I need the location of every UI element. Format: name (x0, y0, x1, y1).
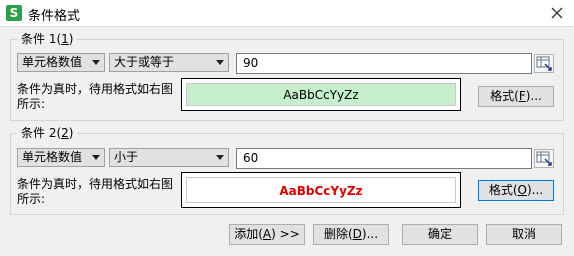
condition-2-type-select[interactable]: 单元格数值 (17, 148, 105, 167)
condition-1-value-input[interactable]: 90 (236, 53, 532, 74)
condition-1-type-value: 单元格数值 (22, 55, 83, 69)
condition-1-preview-sample: AaBbCcYyZz (186, 83, 456, 106)
condition-1-legend: 条件 1(1) (17, 31, 78, 47)
condition-1-operator-select[interactable]: 大于或等于 (109, 53, 229, 72)
condition-2-type-value: 单元格数值 (22, 150, 83, 164)
condition-2-range-button[interactable] (534, 149, 554, 168)
add-condition-button[interactable]: 添加(A) >> (229, 224, 305, 245)
close-button[interactable] (546, 2, 568, 24)
close-icon (551, 7, 563, 19)
condition-1-preview-description: 条件为真时，待用格式如右图所示: (17, 82, 174, 111)
ok-button[interactable]: 确定 (402, 224, 478, 245)
chevron-down-icon (216, 155, 224, 160)
condition-2-format-button[interactable]: 格式(O)... (478, 180, 554, 201)
chevron-down-icon (92, 155, 100, 160)
condition-2-operator-select[interactable]: 小于 (109, 148, 229, 167)
condition-2-legend: 条件 2(2) (17, 125, 78, 141)
condition-2-preview-sample: AaBbCcYyZz (186, 177, 456, 203)
cancel-button[interactable]: 取消 (486, 224, 562, 245)
condition-1-operator-value: 大于或等于 (114, 55, 175, 69)
chevron-down-icon (92, 60, 100, 65)
chevron-down-icon (216, 60, 224, 65)
condition-2-preview: AaBbCcYyZz (181, 172, 461, 208)
condition-2-operator-value: 小于 (114, 150, 139, 164)
app-icon: S (6, 5, 22, 21)
range-select-icon (536, 151, 552, 166)
range-select-icon (536, 56, 552, 71)
conditional-format-dialog: S 条件格式 条件 1(1) 单元格数值 大于或等于 90 条件为真时，待用格式… (0, 0, 574, 256)
condition-2-preview-description: 条件为真时，待用格式如右图所示: (17, 177, 174, 206)
delete-condition-button[interactable]: 删除(D)... (313, 224, 389, 245)
window-title: 条件格式 (28, 9, 81, 24)
condition-1-preview: AaBbCcYyZz (181, 78, 461, 111)
condition-1-type-select[interactable]: 单元格数值 (17, 53, 105, 72)
condition-1-range-button[interactable] (534, 54, 554, 73)
condition-1-format-button[interactable]: 格式(F)... (478, 86, 554, 107)
condition-2-value-input[interactable]: 60 (236, 148, 532, 169)
title-bar: S 条件格式 (0, 0, 574, 27)
